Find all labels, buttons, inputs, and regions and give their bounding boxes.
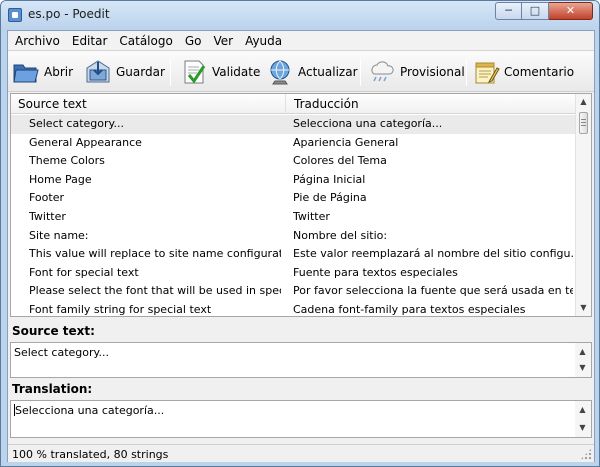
resize-grip[interactable] [580, 448, 592, 460]
list-header: Source text Traducción [11, 94, 576, 114]
folder-open-icon [13, 64, 39, 83]
menu-go[interactable]: Go [178, 31, 207, 50]
comment-label: Comentario [504, 65, 575, 79]
row-source-text: Twitter [29, 209, 66, 223]
row-translation-text: Nombre del sitio: [293, 228, 388, 242]
row-translation-text: Pie de Página [293, 191, 367, 205]
save-icon [86, 60, 110, 83]
fuzzy-label: Provisional [400, 65, 465, 79]
update-button[interactable]: Actualizar [266, 55, 358, 89]
table-row[interactable]: Font family string for special text Caden… [11, 301, 576, 316]
menu-ver[interactable]: Ver [206, 31, 238, 50]
row-source-text: This value will replace to site name con… [29, 247, 281, 261]
row-source-text: Font for special text [29, 265, 139, 279]
comment-button[interactable]: Comentario [472, 55, 574, 89]
maximize-button[interactable]: □ [522, 2, 549, 20]
table-row[interactable]: General Appearance Apariencia General [11, 134, 576, 153]
source-text-value: Select category... [14, 346, 109, 359]
row-translation-text: Este valor reemplazará al nombre del sit… [293, 247, 573, 261]
menu-bar: Archivo Editar Catálogo Go Ver Ayuda [8, 31, 594, 50]
row-translation-text: Twitter [293, 209, 330, 223]
client-area: Archivo Editar Catálogo Go Ver Ayuda Abr… [7, 30, 595, 462]
row-translation-text: Cadena font-family para textos especiale… [293, 302, 526, 316]
menu-ayuda[interactable]: Ayuda [238, 31, 287, 50]
table-row[interactable]: Font for special text Fuente para textos … [11, 264, 576, 283]
row-source-text: Site name: [29, 228, 89, 242]
row-translation-text: Por favor selecciona la fuente que será … [293, 284, 573, 298]
row-source-text: Font family string for special text [29, 302, 212, 316]
row-translation-text: Selecciona una categoría... [293, 117, 443, 130]
list-scrollbar[interactable]: ▲ ▼ [575, 94, 591, 316]
scroll-up-arrow[interactable]: ▲ [576, 94, 591, 110]
scroll-down-arrow[interactable]: ▼ [575, 420, 590, 436]
row-translation-text: Colores del Tema [293, 154, 387, 168]
table-row[interactable]: Theme Colors Colores del Tema [11, 152, 576, 171]
update-globe-icon [270, 60, 290, 85]
save-label: Guardar [116, 65, 165, 79]
window-title: es.po - Poedit [28, 7, 110, 21]
scroll-down-arrow[interactable]: ▼ [575, 360, 590, 376]
row-translation-text: Fuente para textos especiales [293, 265, 458, 279]
table-row[interactable]: Please select the font that will be used… [11, 282, 576, 301]
comment-notepad-icon [475, 62, 500, 84]
row-source-text: Theme Colors [29, 154, 105, 168]
table-row[interactable]: Home Page Página Inicial [11, 171, 576, 190]
translation-text-field[interactable]: Selecciona una categoría... ▲ ▼ [10, 400, 592, 438]
fuzzy-cloud-icon [371, 61, 394, 82]
scroll-up-arrow[interactable]: ▲ [575, 402, 590, 418]
toolbar-separator [360, 58, 361, 86]
source-scrollbar[interactable]: ▲ ▼ [575, 343, 591, 377]
table-row[interactable]: Site name: Nombre del sitio: [11, 227, 576, 246]
translation-list: Source text Traducción Select category..… [10, 93, 592, 317]
menu-catalogo[interactable]: Catálogo [112, 31, 177, 50]
row-translation-text: Apariencia General [293, 135, 399, 149]
update-label: Actualizar [298, 65, 358, 79]
column-header-translation[interactable]: Traducción [287, 94, 576, 114]
source-text-field[interactable]: Select category... ▲ ▼ [10, 342, 592, 378]
validate-label: Validate [212, 65, 261, 79]
title-bar[interactable]: es.po - Poedit ─ □ ✕ [1, 1, 599, 29]
translation-label: Translation: [12, 382, 93, 396]
row-source-text: Select category... [29, 117, 124, 130]
poedit-app-icon [8, 8, 22, 22]
fuzzy-button[interactable]: Provisional [368, 55, 465, 89]
toolbar-separator [170, 58, 171, 86]
scroll-thumb[interactable] [579, 112, 588, 134]
open-label: Abrir [44, 65, 74, 79]
minimize-button[interactable]: ─ [495, 2, 522, 20]
row-source-text: Footer [29, 191, 64, 205]
poedit-window: es.po - Poedit ─ □ ✕ Archivo Editar Catá… [0, 0, 600, 467]
validate-button[interactable]: Validate [180, 55, 260, 89]
scroll-down-arrow[interactable]: ▼ [576, 300, 591, 316]
row-source-text: General Appearance [29, 135, 142, 149]
open-button[interactable]: Abrir [12, 55, 73, 89]
table-row[interactable]: Select category... Selecciona una categor… [11, 115, 576, 134]
save-button[interactable]: Guardar [84, 55, 165, 89]
close-button[interactable]: ✕ [549, 2, 593, 20]
source-text-label: Source text: [12, 324, 95, 338]
validate-checkmark-icon [184, 60, 206, 84]
menu-editar[interactable]: Editar [65, 31, 113, 50]
scroll-up-arrow[interactable]: ▲ [575, 344, 590, 360]
row-translation-text: Página Inicial [293, 172, 366, 186]
table-row[interactable]: Twitter Twitter [11, 208, 576, 227]
toolbar-separator [466, 58, 467, 86]
translation-text-value: Selecciona una categoría... [15, 404, 165, 417]
status-text: 100 % translated, 80 strings [12, 448, 169, 461]
status-bar: 100 % translated, 80 strings [8, 444, 594, 462]
translation-scrollbar[interactable]: ▲ ▼ [575, 401, 591, 437]
list-rows: Select category... Selecciona una categor… [11, 115, 576, 316]
row-source-text: Home Page [29, 172, 92, 186]
column-header-source[interactable]: Source text [11, 94, 286, 114]
toolbar: Abrir Guardar Validate Actualizar Provis… [8, 50, 594, 92]
table-row[interactable]: Footer Pie de Página [11, 189, 576, 208]
table-row[interactable]: This value will replace to site name con… [11, 245, 576, 264]
row-source-text: Please select the font that will be used… [29, 284, 281, 298]
menu-archivo[interactable]: Archivo [8, 31, 65, 50]
